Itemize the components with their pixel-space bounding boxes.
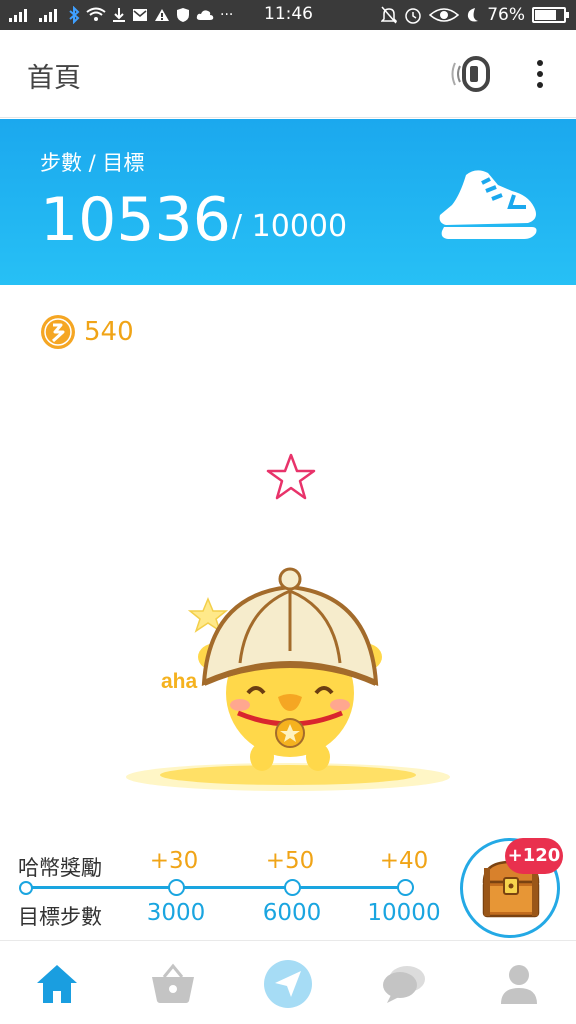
target-steps-label: 目標步數 <box>18 905 102 929</box>
nav-home[interactable] <box>32 959 82 1009</box>
milestone-bonus: +50 <box>265 848 315 874</box>
watch-sync-icon <box>451 56 490 92</box>
star-outline-icon[interactable] <box>264 452 318 502</box>
basket-icon <box>152 963 194 1003</box>
download-icon <box>113 8 125 22</box>
milestone-dot <box>284 879 301 896</box>
cloud-icon <box>196 10 214 20</box>
milestone-bonus: +40 <box>379 848 429 874</box>
silent-icon <box>381 6 398 24</box>
status-right-icons: 76% <box>381 4 569 26</box>
status-left-icons: ··· <box>8 4 233 26</box>
signal-icon <box>9 9 27 22</box>
eye-icon <box>429 8 460 22</box>
milestone-dot <box>397 879 414 896</box>
more-icon: ··· <box>220 7 234 23</box>
moon-icon <box>468 8 479 22</box>
nav-shop[interactable] <box>148 959 198 1009</box>
warning-icon <box>155 9 169 21</box>
step-goal: / 10000 <box>232 209 348 244</box>
status-time: 11:46 <box>264 4 313 24</box>
milestone-steps: 6000 <box>262 900 322 926</box>
shoe-icon <box>439 170 537 239</box>
bottom-nav <box>0 940 576 1024</box>
step-label: 步數 / 目標 <box>40 151 145 175</box>
watch-sync-button[interactable] <box>450 54 494 94</box>
wifi-icon <box>86 7 106 21</box>
milestone-steps: 10000 <box>367 900 441 926</box>
bluetooth-icon <box>69 6 80 24</box>
step-count: 10536 <box>40 185 231 255</box>
nav-chat[interactable] <box>379 959 429 1009</box>
nav-send[interactable] <box>263 959 313 1009</box>
battery-icon <box>532 7 569 23</box>
chest-reward-badge: +120 <box>505 838 563 874</box>
step-banner: 步數 / 目標 10536 / 10000 <box>0 119 576 285</box>
coin-balance[interactable]: 540 <box>40 313 134 351</box>
more-vertical-icon[interactable] <box>528 56 552 92</box>
coin-reward-label: 哈幣獎勵 <box>18 856 102 880</box>
send-icon <box>264 960 312 1008</box>
app-bar: 首頁 <box>0 30 576 118</box>
alarm-icon <box>405 8 421 24</box>
progress-start-dot <box>19 881 33 895</box>
milestone-dot <box>168 879 185 896</box>
shield-icon <box>177 8 189 22</box>
mail-icon <box>133 9 147 21</box>
status-bar: ··· 11:46 76% <box>0 0 576 30</box>
profile-icon <box>501 965 537 1004</box>
progress-track <box>24 886 408 889</box>
milestone-steps: 3000 <box>146 900 206 926</box>
milestone-bonus: +30 <box>149 848 199 874</box>
aha-text: aha <box>161 670 198 693</box>
home-icon <box>37 965 77 1003</box>
chat-icon <box>383 966 425 1003</box>
nav-profile[interactable] <box>494 959 544 1009</box>
coin-icon <box>41 315 75 349</box>
battery-percent: 76% <box>487 5 525 25</box>
signal-icon <box>39 9 57 22</box>
page-title: 首頁 <box>27 63 81 94</box>
coin-value: 540 <box>84 317 134 347</box>
